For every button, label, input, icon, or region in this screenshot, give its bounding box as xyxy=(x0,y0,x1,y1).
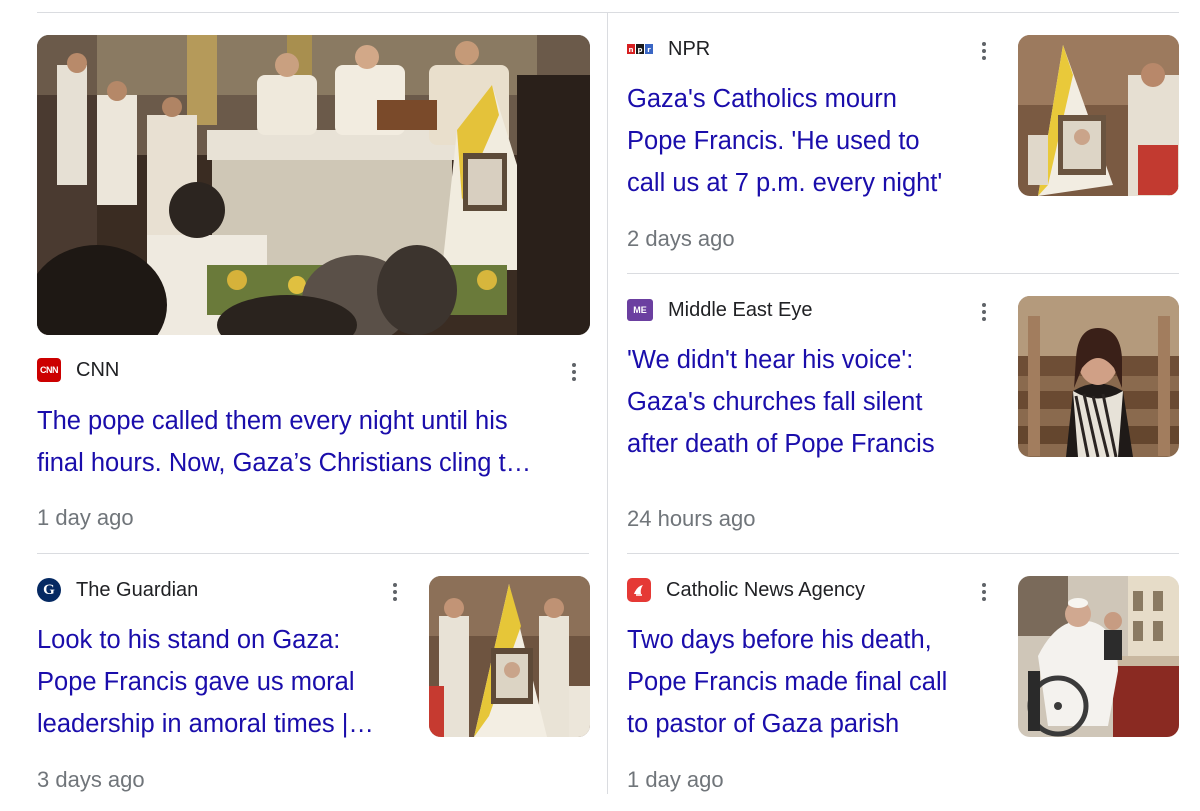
top-divider xyxy=(37,12,1179,13)
headline-line: leadership in amoral times |… xyxy=(37,710,374,738)
news-card-catholic-news-agency[interactable]: Catholic News Agency Two days before his… xyxy=(627,576,1179,806)
headline-line: Gaza's Catholics mourn xyxy=(627,85,897,113)
more-options-icon[interactable] xyxy=(566,358,582,386)
column-divider xyxy=(607,12,608,794)
source-name: CNN xyxy=(76,358,120,381)
news-card-guardian[interactable]: G The Guardian Look to his stand on Gaza… xyxy=(37,576,590,806)
headline-line: Gaza's churches fall silent xyxy=(627,388,923,416)
headline-line: Look to his stand on Gaza: xyxy=(37,626,341,654)
source-row[interactable]: CNN CNN xyxy=(37,356,119,384)
headline-line: 'We didn't hear his voice': xyxy=(627,346,914,374)
npr-logo: n p r xyxy=(627,37,653,61)
row-divider xyxy=(37,553,589,554)
source-name: Catholic News Agency xyxy=(666,578,865,601)
article-thumbnail[interactable] xyxy=(1018,576,1179,737)
more-options-icon[interactable] xyxy=(976,37,992,65)
news-results-grid: CNN CNN The pope called them every night… xyxy=(0,0,1200,811)
article-thumbnail[interactable] xyxy=(37,35,590,335)
news-card-cnn[interactable]: CNN CNN The pope called them every night… xyxy=(37,35,590,545)
article-thumbnail[interactable] xyxy=(429,576,590,737)
catholic-news-agency-logo xyxy=(627,578,651,602)
source-row[interactable]: ME Middle East Eye xyxy=(627,296,813,324)
source-name: NPR xyxy=(668,37,711,60)
headline-line: to pastor of Gaza parish xyxy=(627,710,900,738)
headline-line: Pope Francis made final call xyxy=(627,668,948,696)
published-time: 1 day ago xyxy=(627,767,724,792)
headline-line: The pope called them every night until h… xyxy=(37,407,508,435)
published-time: 1 day ago xyxy=(37,505,134,530)
more-options-icon[interactable] xyxy=(387,578,403,606)
row-divider xyxy=(627,553,1179,554)
article-headline[interactable]: Gaza's Catholics mourn Pope Francis. 'He… xyxy=(627,78,997,204)
news-card-npr[interactable]: n p r NPR Gaza's Catholics mourn Pope Fr… xyxy=(627,35,1179,265)
headline-line: Two days before his death, xyxy=(627,626,932,654)
headline-line: Pope Francis gave us moral xyxy=(37,668,355,696)
published-time: 3 days ago xyxy=(37,767,145,792)
published-time: 2 days ago xyxy=(627,226,735,251)
source-row[interactable]: n p r NPR xyxy=(627,35,710,63)
source-name: The Guardian xyxy=(76,578,199,601)
svg-text:r: r xyxy=(647,46,651,54)
source-row[interactable]: G The Guardian xyxy=(37,576,198,604)
source-row[interactable]: Catholic News Agency xyxy=(627,576,865,604)
headline-line: Pope Francis. 'He used to xyxy=(627,127,920,155)
more-options-icon[interactable] xyxy=(976,298,992,326)
guardian-logo: G xyxy=(37,578,61,602)
published-time: 24 hours ago xyxy=(627,506,756,531)
row-divider xyxy=(627,273,1179,274)
headline-line: final hours. Now, Gaza’s Christians clin… xyxy=(37,449,532,477)
headline-line: call us at 7 p.m. every night' xyxy=(627,169,943,197)
article-headline[interactable]: The pope called them every night until h… xyxy=(37,400,590,484)
svg-text:p: p xyxy=(637,46,642,54)
article-headline[interactable]: 'We didn't hear his voice': Gaza's churc… xyxy=(627,339,997,465)
cnn-logo: CNN xyxy=(37,358,61,382)
headline-line: after death of Pope Francis xyxy=(627,430,935,458)
article-headline[interactable]: Look to his stand on Gaza: Pope Francis … xyxy=(37,619,417,745)
article-thumbnail[interactable] xyxy=(1018,35,1179,196)
middle-east-eye-logo: ME xyxy=(627,299,653,321)
article-headline[interactable]: Two days before his death, Pope Francis … xyxy=(627,619,997,745)
svg-text:n: n xyxy=(629,46,634,54)
more-options-icon[interactable] xyxy=(976,578,992,606)
article-thumbnail[interactable] xyxy=(1018,296,1179,457)
source-name: Middle East Eye xyxy=(668,298,813,321)
news-card-middle-east-eye[interactable]: ME Middle East Eye 'We didn't hear his v… xyxy=(627,296,1179,536)
